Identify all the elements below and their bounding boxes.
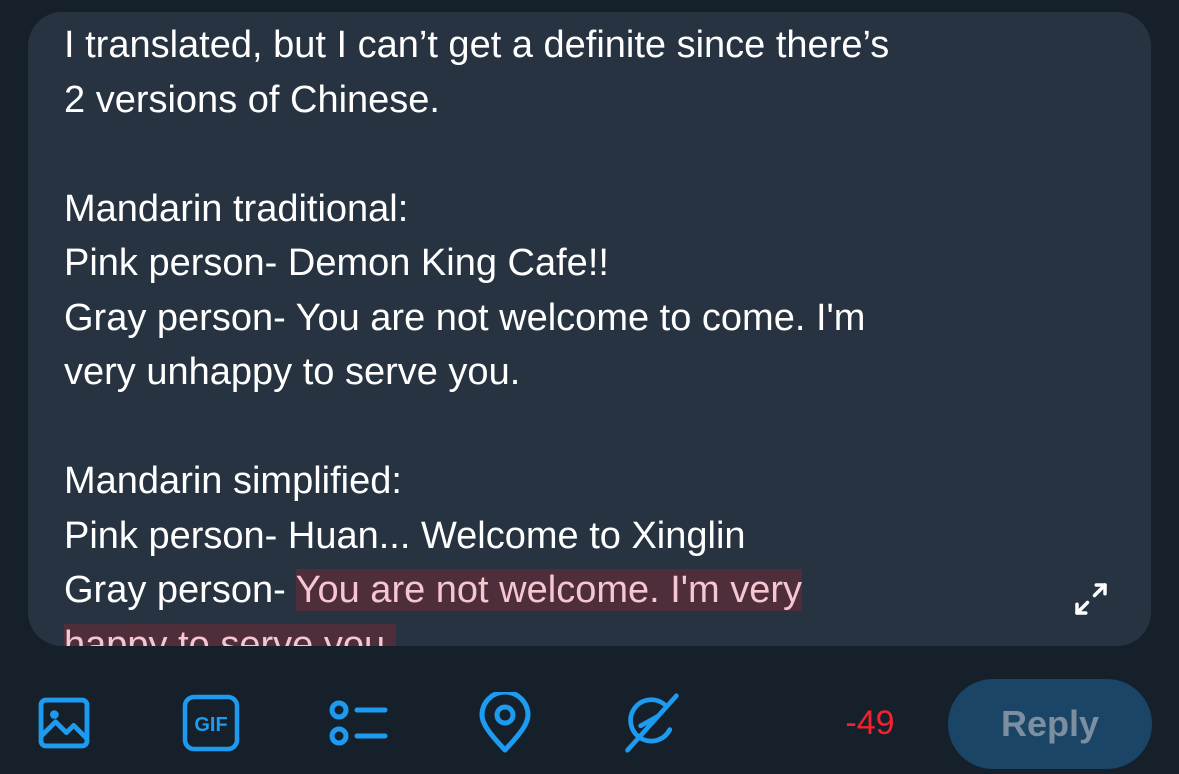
text-line: 2 versions of Chinese. xyxy=(64,78,440,121)
gif-button[interactable]: GIF xyxy=(180,692,242,754)
text-line-prefix: Gray person- xyxy=(64,569,296,611)
grok-icon xyxy=(625,693,679,753)
character-count: -49 xyxy=(845,704,895,742)
reply-text-input[interactable]: I translated, but I can’t get a definite… xyxy=(64,18,1064,646)
overflow-highlight: happy to serve you. xyxy=(64,623,396,646)
reply-composer[interactable]: I translated, but I can’t get a definite… xyxy=(28,12,1151,646)
compose-toolbar: GIF -49 Reply xyxy=(0,676,1179,774)
location-button[interactable] xyxy=(474,692,536,754)
image-button[interactable] xyxy=(33,692,95,754)
expand-icon xyxy=(1075,583,1107,615)
expand-button[interactable] xyxy=(1068,576,1114,622)
text-line: Pink person- Huan... Welcome to Xinglin xyxy=(64,514,746,557)
text-line: Mandarin simplified: xyxy=(64,460,402,502)
location-icon xyxy=(479,692,531,753)
gif-label: GIF xyxy=(194,714,227,736)
text-line: Mandarin traditional: xyxy=(64,187,409,230)
text-line: very unhappy to serve you. xyxy=(64,351,521,393)
reply-button[interactable]: Reply xyxy=(948,679,1152,769)
image-icon xyxy=(38,697,90,749)
gif-icon: GIF xyxy=(182,694,240,752)
text-line: I translated, but I can’t get a definite… xyxy=(64,24,890,66)
poll-button[interactable] xyxy=(327,692,389,754)
text-line: Gray person- You are not welcome to come… xyxy=(64,296,866,339)
grok-button[interactable] xyxy=(620,692,682,754)
text-line: Pink person- Demon King Cafe!! xyxy=(64,242,609,284)
poll-icon xyxy=(329,700,388,746)
overflow-highlight: You are not welcome. I'm very xyxy=(295,569,803,611)
